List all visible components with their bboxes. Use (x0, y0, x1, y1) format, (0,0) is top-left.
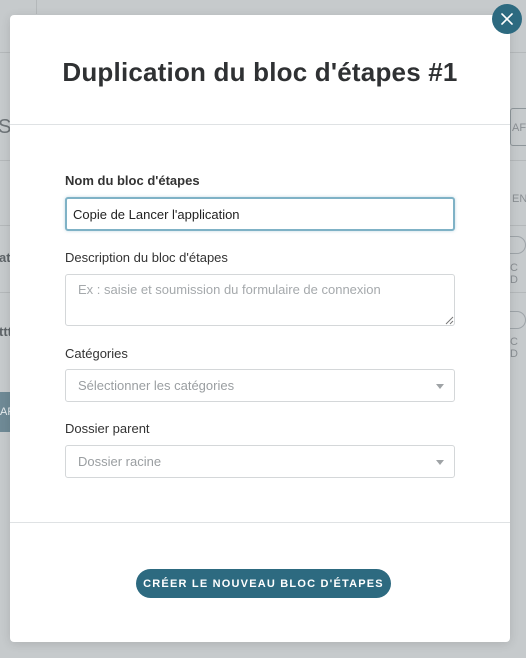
header-divider (10, 124, 510, 125)
bg-text-fragment: C D (510, 262, 518, 286)
bg-divider (510, 292, 526, 293)
bg-button-fragment: AR (0, 392, 15, 432)
bg-divider (0, 160, 10, 161)
categories-select[interactable]: Sélectionner les catégories (65, 369, 455, 402)
bg-divider (510, 225, 526, 226)
bg-text-fragment: AFF (512, 122, 526, 134)
bg-divider (510, 160, 526, 161)
create-step-block-button[interactable]: CRÉER LE NOUVEAU BLOC D'ÉTAPES (136, 569, 391, 598)
resize-handle-icon[interactable] (444, 315, 454, 325)
categories-select-placeholder: Sélectionner les catégories (78, 378, 235, 393)
bg-text-fragment: ENS (512, 193, 526, 205)
close-button[interactable] (492, 4, 522, 34)
duplicate-step-block-modal: Duplication du bloc d'étapes #1 Nom du b… (10, 15, 510, 642)
categories-field-label: Catégories (65, 346, 128, 361)
name-field-label: Nom du bloc d'étapes (65, 173, 200, 188)
parent-folder-select[interactable]: Dossier racine (65, 445, 455, 478)
footer-divider (10, 522, 510, 523)
chevron-down-icon (436, 384, 444, 389)
bg-text-fragment: at (0, 250, 11, 265)
parent-folder-field-label: Dossier parent (65, 421, 150, 436)
bg-divider (0, 292, 10, 293)
parent-folder-select-value: Dossier racine (78, 454, 162, 469)
bg-divider (0, 52, 10, 53)
description-field-label: Description du bloc d'étapes (65, 250, 228, 265)
chevron-down-icon (436, 460, 444, 465)
name-field[interactable] (65, 197, 455, 231)
bg-text-fragment: C D (510, 336, 518, 360)
bg-divider (0, 225, 10, 226)
modal-title: Duplication du bloc d'étapes #1 (62, 57, 458, 87)
bg-divider (36, 0, 37, 14)
description-field[interactable] (65, 274, 455, 326)
bg-divider (510, 52, 526, 53)
close-icon (501, 13, 513, 25)
